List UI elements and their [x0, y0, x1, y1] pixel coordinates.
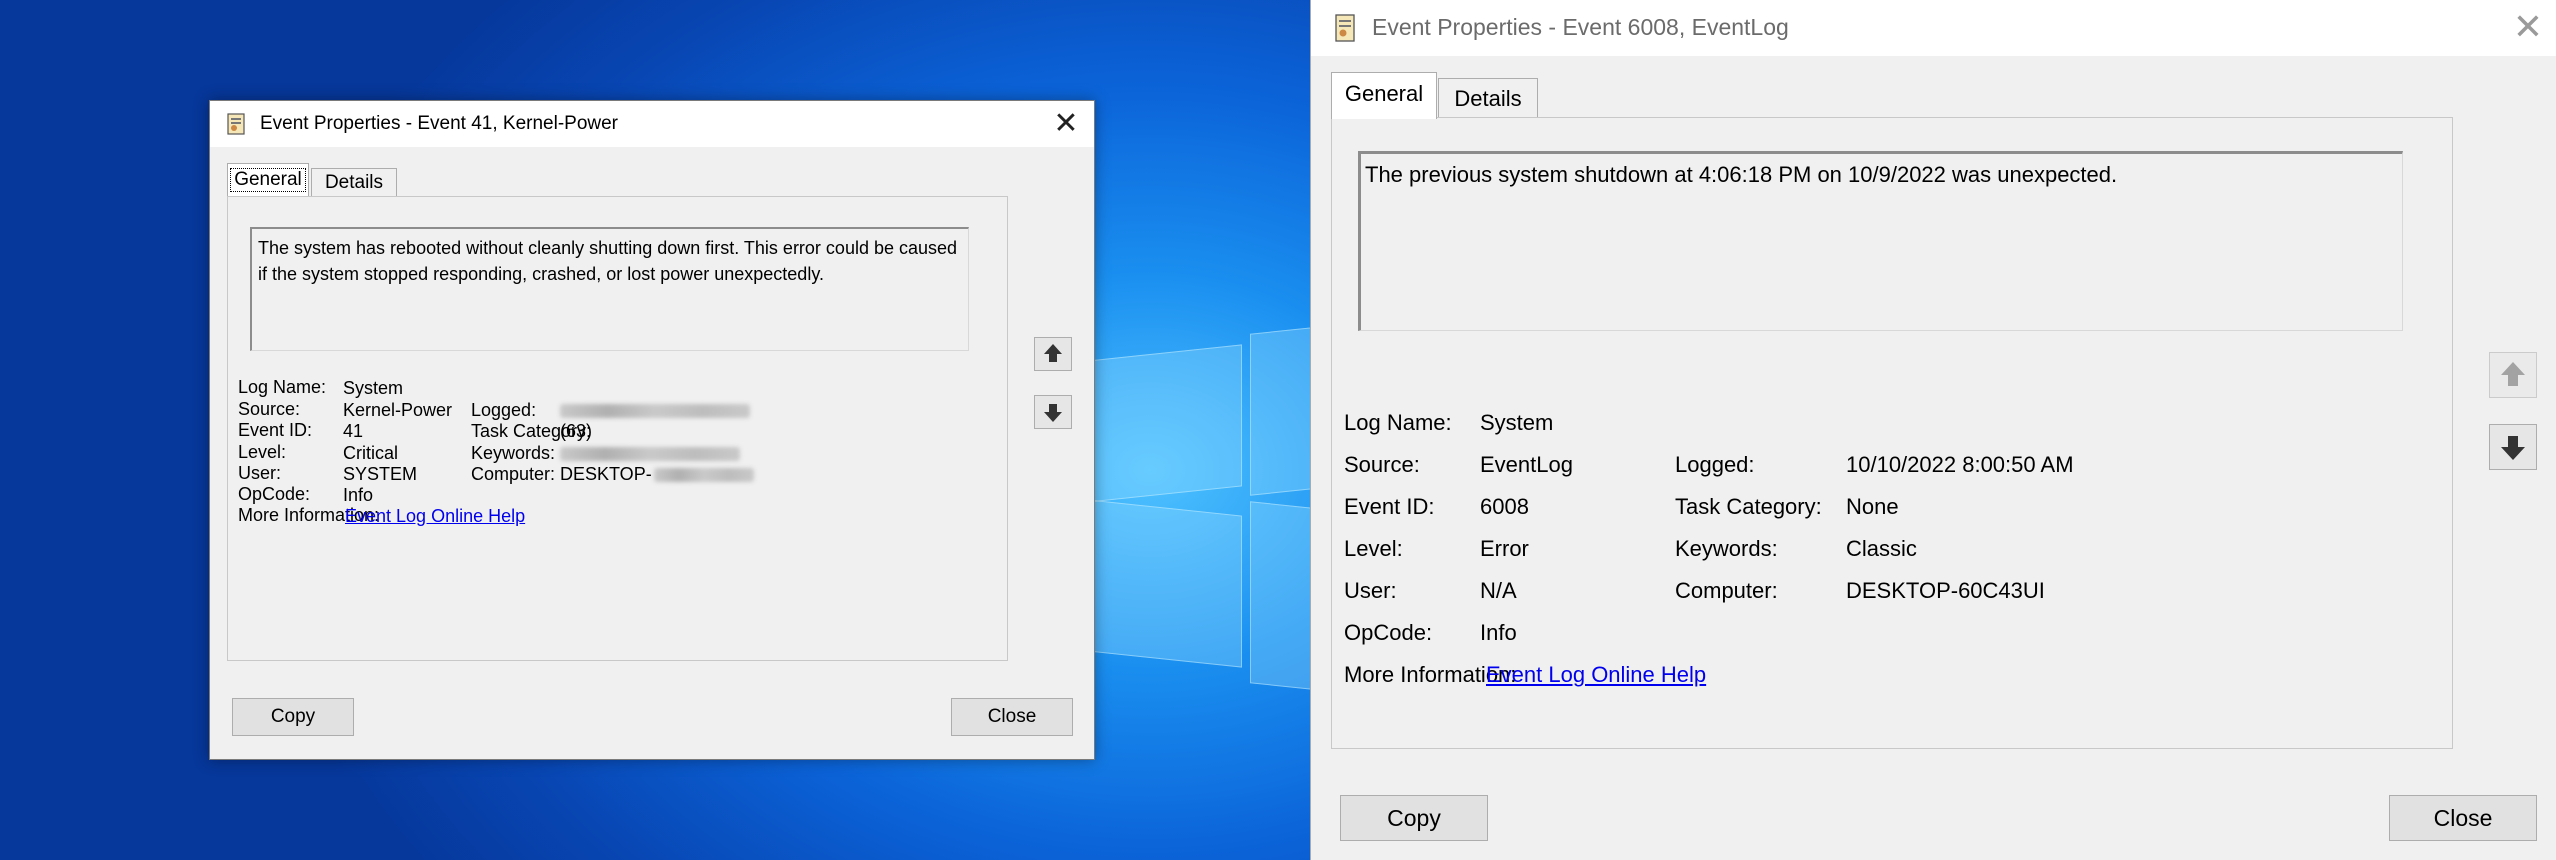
- level-value: Error: [1480, 536, 1529, 561]
- event-properties-dialog-6008: Event Properties - Event 6008, EventLog …: [1310, 0, 2556, 860]
- close-button[interactable]: Close: [951, 698, 1073, 736]
- keywords-label: Keywords:: [1675, 536, 1778, 561]
- event-properties-dialog-41: Event Properties - Event 41, Kernel-Powe…: [209, 100, 1095, 760]
- arrow-up-icon: [2501, 362, 2525, 386]
- source-value: EventLog: [1480, 452, 1573, 477]
- user-label: User:: [1344, 578, 1397, 603]
- tab-details[interactable]: Details: [311, 168, 397, 198]
- computer-value: DESKTOP-: [560, 464, 754, 485]
- previous-event-button[interactable]: [1034, 337, 1072, 371]
- event-id-value: 41: [343, 421, 364, 441]
- keywords-label: Keywords:: [471, 443, 556, 463]
- user-value: SYSTEM: [343, 464, 418, 484]
- computer-label: Computer:: [471, 464, 556, 484]
- event-log-icon: [227, 113, 245, 135]
- source-value: Kernel-Power: [343, 400, 453, 420]
- logged-value: 10/10/2022 8:00:50 AM: [1846, 452, 2074, 477]
- next-event-button[interactable]: [2489, 424, 2537, 470]
- close-icon[interactable]: ✕: [2505, 4, 2551, 50]
- event-id-value: 6008: [1480, 494, 1529, 519]
- arrow-down-icon: [2501, 436, 2525, 460]
- event-description[interactable]: The previous system shutdown at 4:06:18 …: [1358, 151, 2403, 331]
- next-event-button[interactable]: [1034, 395, 1072, 429]
- user-label: User:: [238, 463, 282, 483]
- logged-label: Logged:: [471, 400, 537, 420]
- title-bar[interactable]: Event Properties - Event 6008, EventLog …: [1311, 0, 2556, 56]
- opcode-value: Info: [1480, 620, 1517, 645]
- level-label: Level:: [1344, 536, 1403, 561]
- log-name-value: System: [343, 378, 404, 398]
- close-button[interactable]: Close: [2389, 795, 2537, 841]
- opcode-label: OpCode:: [1344, 620, 1433, 645]
- log-name-value: System: [1480, 410, 1554, 435]
- task-category-label: Task Category:: [1675, 494, 1822, 519]
- log-name-label: Log Name:: [238, 377, 327, 397]
- event-id-label: Event ID:: [238, 420, 313, 440]
- task-category-value: (63): [560, 421, 593, 441]
- dialog-title: Event Properties - Event 41, Kernel-Powe…: [260, 113, 619, 134]
- general-tab-panel: The previous system shutdown at 4:06:18 …: [1331, 117, 2453, 749]
- windows-logo-pane: [1250, 326, 1310, 496]
- source-label: Source:: [1344, 452, 1420, 477]
- tab-general[interactable]: General: [227, 163, 309, 196]
- log-name-label: Log Name:: [1344, 410, 1452, 435]
- computer-value: DESKTOP-60C43UI: [1846, 578, 2045, 603]
- copy-button[interactable]: Copy: [232, 698, 354, 736]
- event-log-online-help-link[interactable]: Event Log Online Help: [1486, 662, 1706, 688]
- desktop-background: Event Properties - Event 41, Kernel-Powe…: [0, 0, 1310, 860]
- computer-label: Computer:: [1675, 578, 1778, 603]
- task-category-value: None: [1846, 494, 1899, 519]
- user-value: N/A: [1480, 578, 1517, 603]
- event-id-label: Event ID:: [1344, 494, 1435, 519]
- opcode-label: OpCode:: [238, 484, 311, 504]
- event-log-icon: [1335, 14, 1355, 42]
- source-label: Source:: [238, 399, 301, 419]
- tab-details[interactable]: Details: [1438, 78, 1538, 120]
- logged-label: Logged:: [1675, 452, 1755, 477]
- event-log-online-help-link[interactable]: Event Log Online Help: [345, 506, 525, 527]
- general-tab-panel: The system has rebooted without cleanly …: [227, 196, 1008, 661]
- close-icon[interactable]: ✕: [1046, 105, 1086, 143]
- title-bar[interactable]: Event Properties - Event 41, Kernel-Powe…: [210, 101, 1094, 147]
- opcode-value: Info: [343, 485, 374, 505]
- keywords-value-redacted: [560, 443, 740, 464]
- previous-event-button[interactable]: [2489, 352, 2537, 398]
- copy-button[interactable]: Copy: [1340, 795, 1488, 841]
- tab-general[interactable]: General: [1331, 72, 1437, 119]
- event-description[interactable]: The system has rebooted without cleanly …: [250, 227, 969, 351]
- windows-logo-pane: [1250, 501, 1310, 691]
- level-label: Level:: [238, 442, 287, 462]
- level-value: Critical: [343, 443, 399, 463]
- dialog-title: Event Properties - Event 6008, EventLog: [1372, 14, 1789, 40]
- logged-value-redacted: [560, 400, 750, 421]
- arrow-down-icon: [1044, 404, 1062, 422]
- keywords-value: Classic: [1846, 536, 1917, 561]
- arrow-up-icon: [1044, 344, 1062, 362]
